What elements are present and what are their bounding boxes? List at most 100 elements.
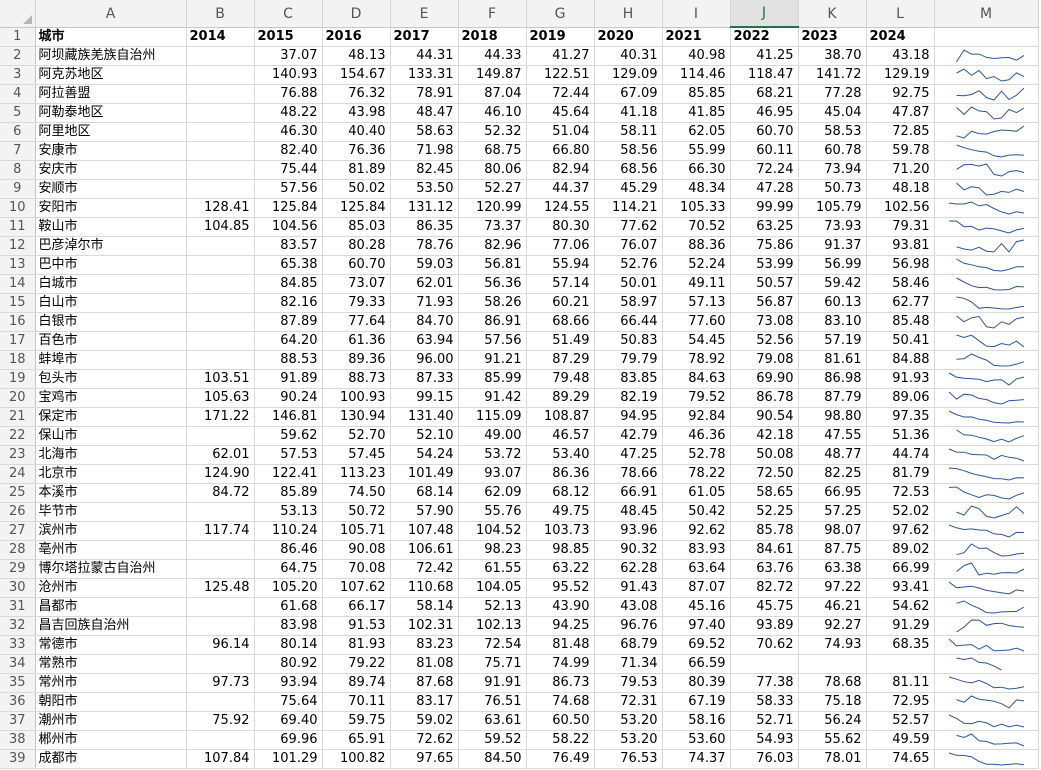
column-header-f[interactable]: F	[458, 0, 527, 28]
value-cell[interactable]: 59.75	[322, 711, 391, 731]
value-cell[interactable]: 79.53	[594, 673, 663, 693]
value-cell[interactable]: 68.66	[526, 312, 595, 332]
value-cell[interactable]: 59.02	[390, 711, 459, 731]
value-cell[interactable]: 66.17	[322, 597, 391, 617]
column-header-m[interactable]: M	[934, 0, 1039, 28]
column-header-a[interactable]: A	[35, 0, 187, 28]
value-cell[interactable]: 87.04	[458, 84, 527, 104]
value-cell[interactable]: 63.64	[662, 559, 731, 579]
value-cell[interactable]: 42.18	[730, 426, 799, 446]
value-cell[interactable]: 149.87	[458, 65, 527, 85]
value-cell[interactable]: 99.15	[390, 388, 459, 408]
value-cell[interactable]: 69.52	[662, 635, 731, 655]
value-cell[interactable]: 44.37	[526, 179, 595, 199]
value-cell[interactable]: 86.35	[390, 217, 459, 237]
value-cell[interactable]	[730, 654, 799, 674]
value-cell[interactable]: 117.74	[186, 521, 255, 541]
sparkline-cell[interactable]	[934, 483, 1039, 503]
row-number[interactable]: 21	[0, 407, 36, 427]
value-cell[interactable]: 86.78	[730, 388, 799, 408]
value-cell[interactable]: 72.62	[390, 730, 459, 750]
value-cell[interactable]: 53.72	[458, 445, 527, 465]
value-cell[interactable]: 85.03	[322, 217, 391, 237]
city-cell[interactable]: 包头市	[35, 369, 187, 389]
value-cell[interactable]: 57.56	[458, 331, 527, 351]
value-cell[interactable]: 79.79	[594, 350, 663, 370]
value-cell[interactable]	[186, 274, 255, 294]
sparkline-cell[interactable]	[934, 445, 1039, 465]
value-cell[interactable]: 110.68	[390, 578, 459, 598]
city-cell[interactable]: 巴彦淖尔市	[35, 236, 187, 256]
value-cell[interactable]: 59.03	[390, 255, 459, 275]
value-cell[interactable]: 44.33	[458, 46, 527, 66]
row-number[interactable]: 36	[0, 692, 36, 712]
value-cell[interactable]: 97.40	[662, 616, 731, 636]
value-cell[interactable]: 55.62	[798, 730, 867, 750]
value-cell[interactable]: 48.18	[866, 179, 935, 199]
city-cell[interactable]: 安顺市	[35, 179, 187, 199]
value-cell[interactable]: 58.33	[730, 692, 799, 712]
value-cell[interactable]: 76.32	[322, 84, 391, 104]
value-cell[interactable]: 84.61	[730, 540, 799, 560]
value-cell[interactable]: 86.46	[254, 540, 323, 560]
value-cell[interactable]: 91.37	[798, 236, 867, 256]
row-number[interactable]: 26	[0, 502, 36, 522]
value-cell[interactable]: 57.56	[254, 179, 323, 199]
column-header-c[interactable]: C	[254, 0, 323, 28]
value-cell[interactable]: 52.13	[458, 597, 527, 617]
value-cell[interactable]: 48.22	[254, 103, 323, 123]
city-cell[interactable]: 白银市	[35, 312, 187, 332]
value-cell[interactable]: 62.01	[390, 274, 459, 294]
value-cell[interactable]: 73.07	[322, 274, 391, 294]
sparkline-cell[interactable]	[934, 730, 1039, 750]
value-cell[interactable]: 66.59	[662, 654, 731, 674]
sparkline-cell[interactable]	[934, 179, 1039, 199]
value-cell[interactable]	[186, 160, 255, 180]
value-cell[interactable]: 129.19	[866, 65, 935, 85]
city-cell[interactable]: 常州市	[35, 673, 187, 693]
header-cell[interactable]: 2014	[186, 27, 255, 47]
value-cell[interactable]: 101.49	[390, 464, 459, 484]
value-cell[interactable]: 75.44	[254, 160, 323, 180]
value-cell[interactable]: 72.85	[866, 122, 935, 142]
value-cell[interactable]: 52.32	[458, 122, 527, 142]
city-cell[interactable]: 常德市	[35, 635, 187, 655]
value-cell[interactable]: 48.13	[322, 46, 391, 66]
value-cell[interactable]: 69.96	[254, 730, 323, 750]
value-cell[interactable]: 49.11	[662, 274, 731, 294]
column-header-i[interactable]: I	[662, 0, 731, 28]
value-cell[interactable]	[186, 502, 255, 522]
value-cell[interactable]: 93.07	[458, 464, 527, 484]
value-cell[interactable]: 53.20	[594, 711, 663, 731]
value-cell[interactable]: 48.47	[390, 103, 459, 123]
value-cell[interactable]: 94.95	[594, 407, 663, 427]
value-cell[interactable]: 90.54	[730, 407, 799, 427]
value-cell[interactable]: 107.84	[186, 749, 255, 769]
value-cell[interactable]: 68.79	[594, 635, 663, 655]
value-cell[interactable]: 72.31	[594, 692, 663, 712]
row-number[interactable]: 19	[0, 369, 36, 389]
value-cell[interactable]: 131.40	[390, 407, 459, 427]
city-cell[interactable]: 安阳市	[35, 198, 187, 218]
row-number[interactable]: 31	[0, 597, 36, 617]
value-cell[interactable]: 61.55	[458, 559, 527, 579]
row-number[interactable]: 9	[0, 179, 36, 199]
header-cell[interactable]: 城市	[35, 27, 187, 47]
value-cell[interactable]	[186, 730, 255, 750]
column-header-h[interactable]: H	[594, 0, 663, 28]
header-cell[interactable]: 2017	[390, 27, 459, 47]
value-cell[interactable]: 76.36	[322, 141, 391, 161]
value-cell[interactable]: 98.85	[526, 540, 595, 560]
value-cell[interactable]: 43.08	[594, 597, 663, 617]
value-cell[interactable]: 55.76	[458, 502, 527, 522]
value-cell[interactable]: 66.95	[798, 483, 867, 503]
value-cell[interactable]: 54.45	[662, 331, 731, 351]
value-cell[interactable]: 78.66	[594, 464, 663, 484]
value-cell[interactable]: 171.22	[186, 407, 255, 427]
city-cell[interactable]: 百色市	[35, 331, 187, 351]
value-cell[interactable]: 146.81	[254, 407, 323, 427]
value-cell[interactable]: 80.06	[458, 160, 527, 180]
value-cell[interactable]: 91.42	[458, 388, 527, 408]
city-cell[interactable]: 宝鸡市	[35, 388, 187, 408]
column-header-e[interactable]: E	[390, 0, 459, 28]
